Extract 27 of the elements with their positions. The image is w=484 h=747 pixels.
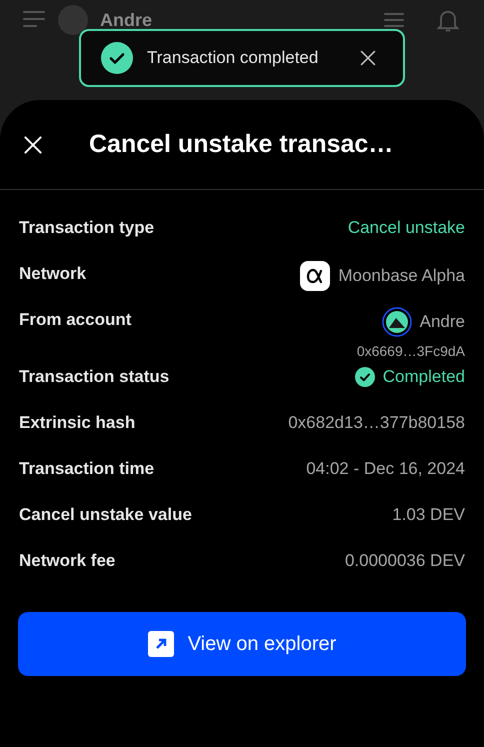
row-label: Transaction type [19, 217, 154, 239]
external-link-icon [148, 631, 174, 657]
network-logo-icon [300, 261, 330, 291]
row-label: Cancel unstake value [19, 504, 192, 526]
toast-message: Transaction completed [147, 47, 320, 70]
row-value: 0.0000036 DEV [344, 551, 465, 570]
row-label: Transaction status [19, 366, 170, 388]
check-icon [101, 42, 133, 74]
account-name[interactable]: Andre [100, 10, 152, 30]
row-value: 1.03 DEV [392, 505, 465, 524]
view-on-explorer-button[interactable]: View on explorer [18, 612, 466, 676]
row-value: 04:02 - Dec 16, 2024 [306, 459, 465, 478]
row-value: Moonbase Alpha [338, 265, 465, 288]
row-label: Network [19, 263, 86, 285]
check-icon [354, 366, 375, 387]
row-label: Extrinsic hash [19, 412, 136, 434]
row-label: Transaction time [19, 458, 154, 480]
row-label: Network fee [19, 550, 116, 572]
account-name: Andre [420, 311, 465, 334]
row-value: 0x682d13…377b80158 [288, 413, 465, 432]
account-address: 0x6669…3Fc9dA [356, 342, 465, 361]
account-avatar-icon [382, 307, 412, 337]
account-avatar-icon [58, 5, 88, 35]
row-label: From account [19, 309, 132, 331]
status-value: Completed [382, 366, 465, 388]
sheet-title: Cancel unstake transac… [89, 128, 394, 160]
row-value: Cancel unstake [348, 218, 465, 237]
